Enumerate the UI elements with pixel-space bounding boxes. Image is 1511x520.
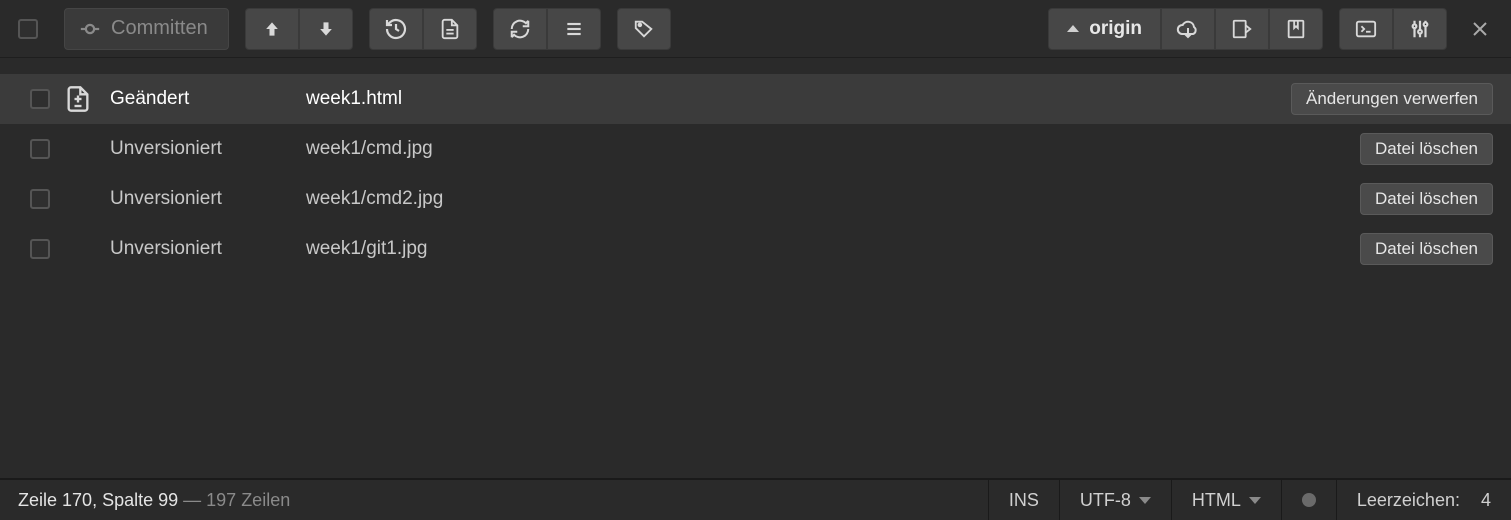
remote-group: origin xyxy=(1048,8,1323,50)
stage-checkbox[interactable] xyxy=(30,89,50,109)
file-path: week1/git1.jpg xyxy=(306,238,1360,260)
file-row[interactable]: Unversioniertweek1/cmd2.jpgDatei löschen xyxy=(0,174,1511,224)
triangle-up-icon xyxy=(1067,25,1079,32)
file-row[interactable]: Geändertweek1.htmlÄnderungen verwerfen xyxy=(0,74,1511,124)
language-selector[interactable]: HTML xyxy=(1171,480,1281,520)
status-dot-icon xyxy=(1302,493,1316,507)
file-view-button[interactable] xyxy=(423,8,477,50)
push-button[interactable] xyxy=(245,8,299,50)
remote-label: origin xyxy=(1089,18,1142,40)
status-bar: Zeile 170, Spalte 99 — 197 Zeilen INS UT… xyxy=(0,478,1511,520)
diff-file-icon xyxy=(50,84,106,114)
history-button[interactable] xyxy=(369,8,423,50)
file-row[interactable]: Unversioniertweek1/git1.jpgDatei löschen xyxy=(0,224,1511,274)
delete-file-button[interactable]: Datei löschen xyxy=(1360,133,1493,165)
list-options-button[interactable] xyxy=(547,8,601,50)
push-pull-group xyxy=(245,8,353,50)
remote-selector[interactable]: origin xyxy=(1048,8,1161,50)
discard-changes-button[interactable]: Änderungen verwerfen xyxy=(1291,83,1493,115)
stage-checkbox[interactable] xyxy=(30,239,50,259)
file-path: week1.html xyxy=(306,88,1291,110)
commit-button[interactable]: Committen xyxy=(64,8,229,50)
lint-status[interactable] xyxy=(1281,480,1336,520)
close-panel-button[interactable] xyxy=(1467,16,1493,42)
delete-file-button[interactable]: Datei löschen xyxy=(1360,183,1493,215)
file-status: Geändert xyxy=(106,88,306,110)
file-path: week1/cmd.jpg xyxy=(306,138,1360,160)
encoding-selector[interactable]: UTF-8 xyxy=(1059,480,1171,520)
commit-label: Committen xyxy=(111,17,208,40)
tools-group xyxy=(1339,8,1447,50)
tag-group xyxy=(617,8,671,50)
insert-mode-indicator[interactable]: INS xyxy=(988,480,1059,520)
delete-file-button[interactable]: Datei löschen xyxy=(1360,233,1493,265)
pull-button[interactable] xyxy=(299,8,353,50)
git-toolbar: Committen xyxy=(0,0,1511,58)
indent-selector[interactable]: Leerzeichen: 4 xyxy=(1336,480,1511,520)
history-file-group xyxy=(369,8,477,50)
file-path: week1/cmd2.jpg xyxy=(306,188,1360,210)
stage-checkbox[interactable] xyxy=(30,139,50,159)
cursor-position[interactable]: Zeile 170, Spalte 99 — 197 Zeilen xyxy=(0,490,290,511)
file-status: Unversioniert xyxy=(106,238,306,260)
terminal-button[interactable] xyxy=(1339,8,1393,50)
stage-checkbox[interactable] xyxy=(30,189,50,209)
tag-button[interactable] xyxy=(617,8,671,50)
file-status: Unversioniert xyxy=(106,138,306,160)
select-all-checkbox[interactable] xyxy=(18,19,38,39)
file-status: Unversioniert xyxy=(106,188,306,210)
refresh-list-group xyxy=(493,8,601,50)
chevron-down-icon xyxy=(1139,497,1151,504)
chevron-down-icon xyxy=(1249,497,1261,504)
file-row[interactable]: Unversioniertweek1/cmd.jpgDatei löschen xyxy=(0,124,1511,174)
fetch-button[interactable] xyxy=(1161,8,1215,50)
settings-sliders-button[interactable] xyxy=(1393,8,1447,50)
commit-icon xyxy=(79,18,101,40)
bookmark-button[interactable] xyxy=(1269,8,1323,50)
changed-files-list: Geändertweek1.htmlÄnderungen verwerfenUn… xyxy=(0,74,1511,274)
checkout-button[interactable] xyxy=(1215,8,1269,50)
refresh-button[interactable] xyxy=(493,8,547,50)
